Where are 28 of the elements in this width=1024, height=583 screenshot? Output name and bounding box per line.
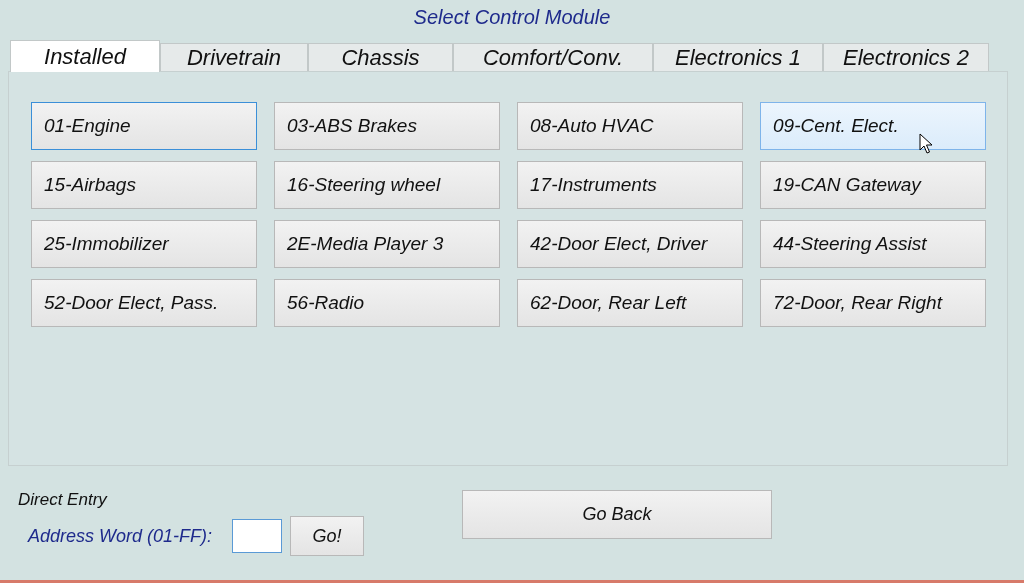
module-button[interactable]: 52-Door Elect, Pass.	[31, 279, 257, 327]
module-button[interactable]: 08-Auto HVAC	[517, 102, 743, 150]
module-button[interactable]: 19-CAN Gateway	[760, 161, 986, 209]
tab[interactable]: Electronics 2	[823, 43, 989, 71]
module-button[interactable]: 72-Door, Rear Right	[760, 279, 986, 327]
go-back-button[interactable]: Go Back	[462, 490, 773, 539]
module-button[interactable]: 25-Immobilizer	[31, 220, 257, 268]
module-button[interactable]: 44-Steering Assist	[760, 220, 986, 268]
tab[interactable]: Electronics 1	[653, 43, 823, 71]
module-button[interactable]: 15-Airbags	[31, 161, 257, 209]
mouse-cursor-icon	[919, 133, 933, 155]
module-button[interactable]: 01-Engine	[31, 102, 257, 150]
section-heading: Direct Entry	[18, 490, 109, 510]
module-button[interactable]: 2E-Media Player 3	[274, 220, 500, 268]
tab[interactable]: Drivetrain	[160, 43, 308, 71]
module-button[interactable]: 03-ABS Brakes	[274, 102, 500, 150]
go-button[interactable]: Go!	[290, 516, 365, 556]
tab[interactable]: Chassis	[308, 43, 453, 71]
dialog-title: Select Control Module	[412, 5, 612, 30]
module-button[interactable]: 56-Radio	[274, 279, 500, 327]
tab[interactable]: Comfort/Conv.	[453, 43, 653, 71]
module-button[interactable]: 17-Instruments	[517, 161, 743, 209]
module-button[interactable]: 62-Door, Rear Left	[517, 279, 743, 327]
module-button[interactable]: 42-Door Elect, Driver	[517, 220, 743, 268]
tab[interactable]: Installed	[10, 40, 160, 72]
address-input-field[interactable]	[232, 519, 283, 553]
module-button[interactable]: 16-Steering wheel	[274, 161, 500, 209]
field-label: Address Word (01-FF):	[28, 525, 213, 547]
